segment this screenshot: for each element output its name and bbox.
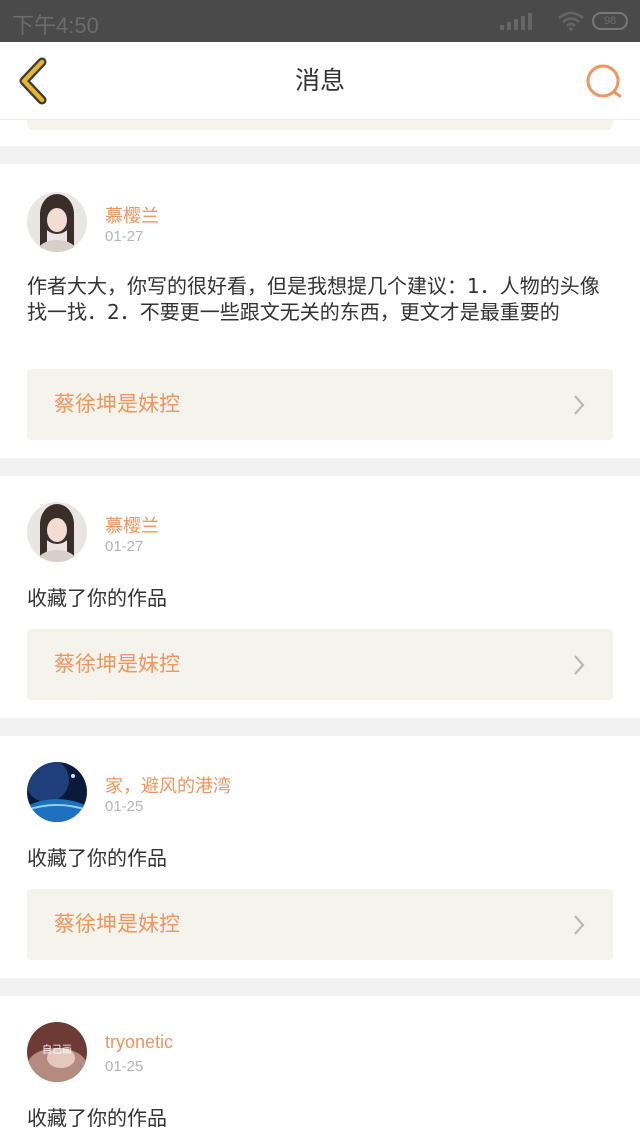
message-card: 慕樱兰 01-27 收藏了你的作品 蔡徐坤是妹控 [0,476,640,718]
signal-icon [500,12,532,30]
avatar[interactable] [27,192,87,252]
user-name[interactable]: 慕樱兰 [105,512,159,538]
chevron-right-icon [574,395,585,415]
message-date: 01-25 [105,798,144,815]
app-header: 消息 [0,42,640,120]
user-name[interactable]: 家，避风的港湾 [105,772,231,798]
previous-work-link-fragment[interactable] [27,120,613,130]
work-title: 蔡徐坤是妹控 [54,392,180,416]
avatar[interactable]: 自己画 [27,1022,87,1082]
message-text: 收藏了你的作品 [27,586,167,610]
status-bar: 下午4:50 98 [0,0,640,42]
work-link[interactable]: 蔡徐坤是妹控 [27,629,613,700]
work-title: 蔡徐坤是妹控 [54,912,180,936]
back-button[interactable] [14,56,54,106]
user-name[interactable]: tryonetic [105,1032,173,1053]
message-card: 自己画 tryonetic 01-25 收藏了你的作品 [0,996,640,1138]
work-title: 蔡徐坤是妹控 [54,652,180,676]
message-text: 作者大大，你写的很好看，但是我想提几个建议：1．人物的头像找一找．2．不要更一些… [27,274,600,324]
message-card: 慕樱兰 01-27 作者大大，你写的很好看，但是我想提几个建议：1．人物的头像找… [0,164,640,458]
wifi-icon [558,11,584,31]
message-date: 01-25 [105,1058,144,1075]
avatar-caption: 自己画 [42,1043,72,1056]
message-text: 收藏了你的作品 [27,1106,167,1130]
work-link[interactable]: 蔡徐坤是妹控 [27,369,613,440]
work-link[interactable]: 蔡徐坤是妹控 [27,889,613,960]
page-title: 消息 [294,66,345,95]
chevron-right-icon [574,655,585,675]
message-date: 01-27 [105,538,144,555]
search-icon[interactable] [584,62,624,102]
avatar[interactable] [27,762,87,822]
avatar[interactable] [27,502,87,562]
status-time: 下午4:50 [12,13,99,38]
previous-card-fragment [0,120,640,146]
message-card: 家，避风的港湾 01-25 收藏了你的作品 蔡徐坤是妹控 [0,736,640,978]
battery-icon: 98 [592,12,628,30]
message-text: 收藏了你的作品 [27,846,167,870]
message-date: 01-27 [105,228,144,245]
user-name[interactable]: 慕樱兰 [105,202,159,228]
chevron-right-icon [574,915,585,935]
